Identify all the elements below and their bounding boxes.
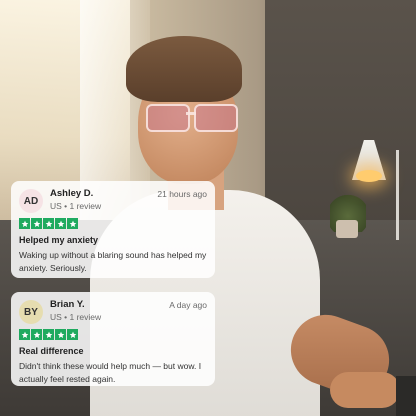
star-icon: [43, 218, 54, 229]
star-icon: [19, 329, 30, 340]
star-icon: [19, 218, 30, 229]
glasses-bridge: [186, 112, 196, 115]
avatar: BY: [19, 300, 43, 324]
person-hand: [330, 372, 400, 408]
reviewer-name: Ashley D.: [50, 188, 94, 199]
lamp-light: [356, 170, 382, 182]
glasses-right-lens: [194, 104, 238, 132]
star-icon: [67, 329, 78, 340]
star-icon: [31, 329, 42, 340]
star-icon: [31, 218, 42, 229]
review-title: Real difference: [19, 346, 84, 356]
star-icon: [67, 218, 78, 229]
review-card: BY Brian Y. US • 1 review A day ago Real…: [11, 292, 215, 386]
laptop: [396, 376, 416, 416]
review-title: Helped my anxiety: [19, 235, 99, 245]
review-body: Waking up without a blaring sound has he…: [19, 250, 207, 273]
star-icon: [55, 218, 66, 229]
review-header: AD Ashley D. US • 1 review 21 hours ago: [19, 188, 207, 213]
star-icon: [43, 329, 54, 340]
reviewer-meta: US • 1 review: [50, 201, 102, 211]
reviewer-info: Brian Y. US • 1 review: [50, 299, 169, 323]
lamp-pole: [396, 150, 399, 240]
avatar: AD: [19, 189, 43, 213]
star-icon: [55, 329, 66, 340]
person-hair: [126, 36, 242, 102]
star-rating: [19, 218, 207, 229]
reviewer-name: Brian Y.: [50, 299, 85, 310]
review-header: BY Brian Y. US • 1 review A day ago: [19, 299, 207, 324]
review-card: AD Ashley D. US • 1 review 21 hours ago …: [11, 181, 215, 278]
glasses-left-lens: [146, 104, 190, 132]
review-time: 21 hours ago: [157, 189, 207, 199]
star-rating: [19, 329, 207, 340]
review-time: A day ago: [169, 300, 207, 310]
reviewer-meta: US • 1 review: [50, 312, 102, 322]
plant-pot: [336, 220, 358, 238]
review-body: Didn't think these would help much — but…: [19, 361, 202, 384]
reviewer-info: Ashley D. US • 1 review: [50, 188, 157, 212]
